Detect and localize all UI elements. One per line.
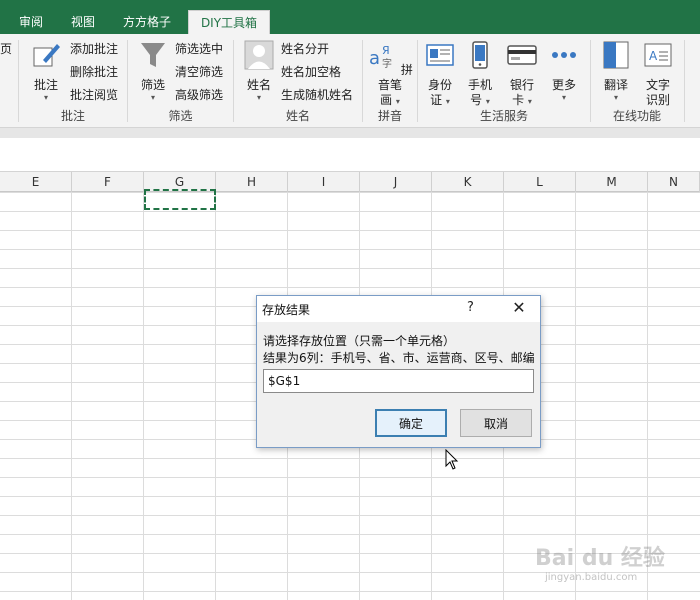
- add-comment-button[interactable]: 添加批注: [70, 40, 118, 58]
- cell-reference-input[interactable]: [263, 369, 534, 393]
- online-group-label: 在线功能: [612, 109, 661, 123]
- filter-group: 筛选 ▾ 筛选选中 清空筛选 高级筛选 筛选: [129, 34, 232, 128]
- column-header-i[interactable]: I: [288, 172, 360, 192]
- tab-diy-toolbox[interactable]: DIY工具箱: [188, 10, 270, 34]
- filter-selected-button[interactable]: 筛选选中: [175, 40, 223, 58]
- tab-view[interactable]: 视图: [60, 10, 106, 34]
- translate-icon: [603, 41, 629, 69]
- dialog-title: 存放结果: [262, 303, 311, 317]
- svg-text:字: 字: [382, 57, 392, 70]
- filter-group-label: 筛选: [168, 109, 193, 123]
- pinyin-stroke-button[interactable]: a Я 字 拼音笔 画 ▾: [366, 40, 414, 109]
- comment-group: 批注 ▾ 添加批注 删除批注 批注阅览 批注: [20, 34, 126, 128]
- tab-review[interactable]: 审阅: [8, 10, 54, 34]
- comment-button[interactable]: 批注 ▾: [28, 40, 64, 102]
- formula-bar-area: [0, 138, 700, 172]
- review-comment-button[interactable]: 批注阅览: [70, 86, 118, 104]
- more-dots-icon: [552, 52, 576, 58]
- advanced-filter-button[interactable]: 高级筛选: [175, 86, 223, 104]
- filter-button[interactable]: 筛选 ▾: [135, 40, 171, 102]
- column-header-j[interactable]: J: [360, 172, 432, 192]
- name-group-label: 姓名: [285, 109, 310, 123]
- person-icon: [244, 40, 274, 70]
- ribbon: 页 批注 ▾ 添加批注 删除批注 批注阅览 批注 筛选 ▾ 筛选选中 清空筛选 …: [0, 34, 700, 128]
- baidu-watermark: Bai du 经验: [535, 546, 665, 571]
- id-card-button[interactable]: 身份 证 ▾: [421, 40, 459, 109]
- clear-filter-button[interactable]: 清空筛选: [175, 63, 223, 81]
- store-result-dialog: 存放结果 ? ✕ 请选择存放位置（只需一个单元格） 结果为6列：手机号、省、市、…: [256, 295, 541, 448]
- pinyin-icon: a Я 字: [369, 44, 392, 70]
- dialog-instruction: 请选择存放位置（只需一个单元格）: [263, 334, 456, 348]
- name-add-space-button[interactable]: 姓名加空格: [281, 63, 341, 81]
- cancel-button[interactable]: 取消: [460, 409, 532, 437]
- mobile-phone-icon: [472, 41, 488, 69]
- online-group: 翻译 ▾ A 文字 识别 在线功能: [592, 34, 682, 128]
- life-services-group: 身份 证 ▾ 手机 号 ▾ 银行 卡 ▾ 更多 ▾ 生活服务: [419, 34, 589, 128]
- name-button[interactable]: 姓名 ▾: [241, 40, 277, 102]
- more-button[interactable]: 更多 ▾: [545, 40, 583, 102]
- dialog-result-description: 结果为6列：手机号、省、市、运营商、区号、邮编: [263, 351, 535, 365]
- partial-page-label: 页: [0, 42, 13, 56]
- translate-button[interactable]: 翻译 ▾: [596, 40, 636, 102]
- id-card-icon: [426, 44, 454, 66]
- help-icon[interactable]: ?: [467, 300, 474, 315]
- svg-text:a: a: [369, 48, 380, 69]
- pinyin-group-label: 拼音: [377, 109, 402, 123]
- mouse-cursor-icon: [445, 449, 459, 470]
- column-header-row: E F G H I J K L M N: [0, 172, 700, 192]
- baidu-watermark-url: jingyan.baidu.com: [545, 572, 638, 583]
- selected-cell-g1-marquee: [144, 189, 216, 210]
- bank-card-button[interactable]: 银行 卡 ▾: [503, 40, 541, 109]
- ribbon-tab-bar: 审阅 视图 方方格子 DIY工具箱: [0, 8, 700, 34]
- tab-fangfang[interactable]: 方方格子: [114, 10, 180, 34]
- bank-card-icon: [507, 45, 537, 65]
- close-icon[interactable]: ✕: [509, 298, 529, 317]
- delete-comment-button[interactable]: 删除批注: [70, 63, 118, 81]
- comment-group-label: 批注: [60, 109, 85, 123]
- ok-button[interactable]: 确定: [375, 409, 447, 437]
- text-recognition-icon: A: [644, 43, 672, 67]
- pinyin-group: a Я 字 拼音笔 画 ▾ 拼音: [364, 34, 416, 128]
- name-group: 姓名 ▾ 姓名分开 姓名加空格 生成随机姓名 姓名: [235, 34, 361, 128]
- funnel-icon: [141, 43, 165, 67]
- ribbon-bottom-band: [0, 128, 700, 138]
- column-header-n[interactable]: N: [648, 172, 700, 192]
- life-services-group-label: 生活服务: [479, 109, 528, 123]
- svg-text:A: A: [649, 49, 658, 63]
- phone-number-button[interactable]: 手机 号 ▾: [461, 40, 499, 109]
- svg-text:Я: Я: [382, 44, 390, 57]
- title-bar: [0, 0, 700, 8]
- text-recognition-button[interactable]: A 文字 识别: [638, 40, 678, 108]
- comment-pencil-icon: [33, 44, 60, 67]
- column-header-m[interactable]: M: [576, 172, 648, 192]
- column-header-f[interactable]: F: [72, 172, 144, 192]
- split-name-button[interactable]: 姓名分开: [281, 40, 329, 58]
- column-header-e[interactable]: E: [0, 172, 72, 192]
- column-header-k[interactable]: K: [432, 172, 504, 192]
- dialog-title-bar: 存放结果 ? ✕: [257, 296, 540, 322]
- random-name-button[interactable]: 生成随机姓名: [281, 86, 353, 104]
- column-header-l[interactable]: L: [504, 172, 576, 192]
- column-header-h[interactable]: H: [216, 172, 288, 192]
